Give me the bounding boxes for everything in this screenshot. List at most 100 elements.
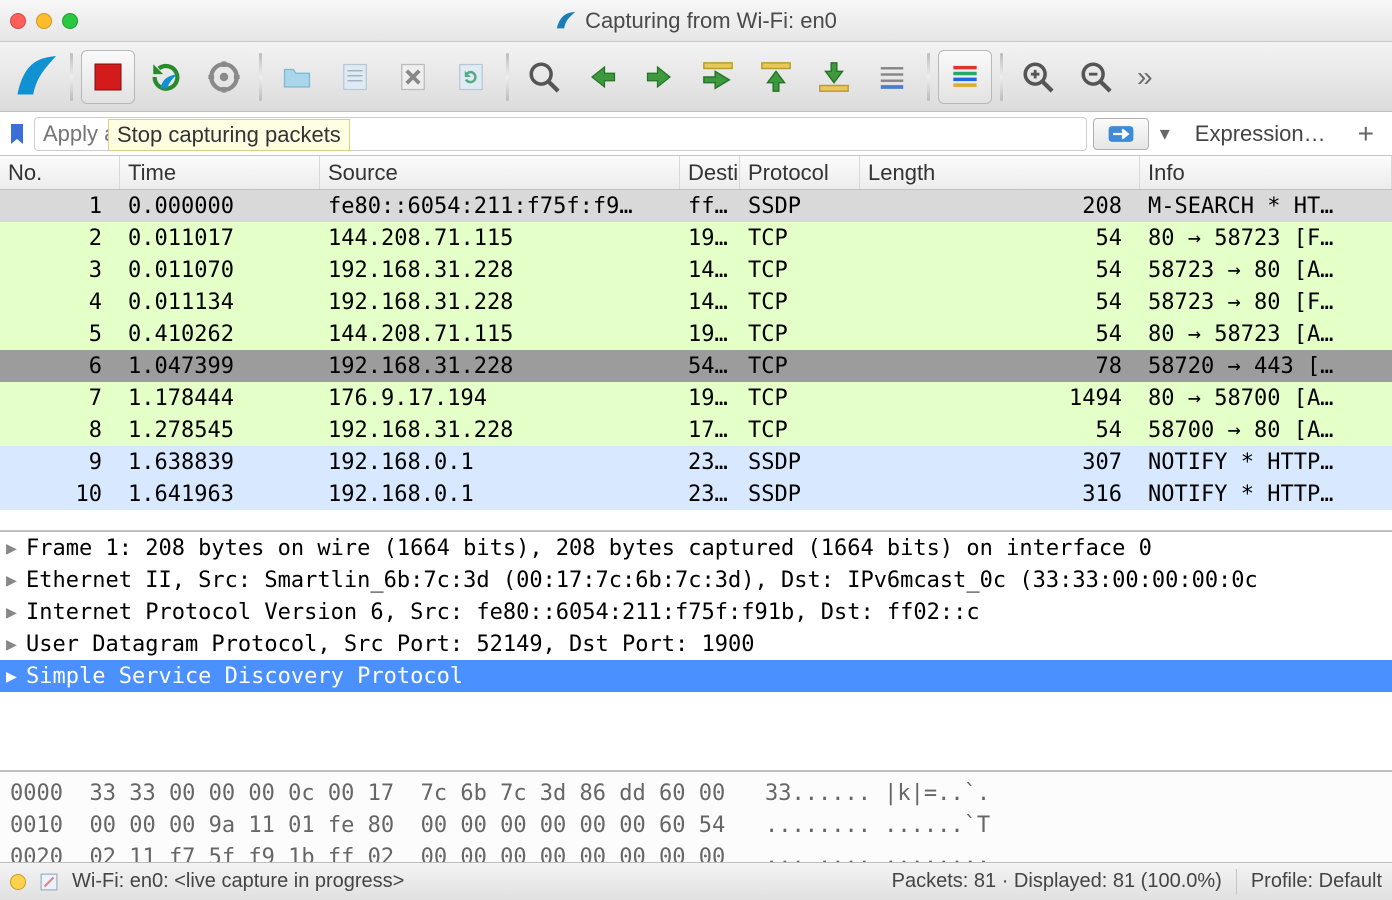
- cell-source: 192.168.31.228: [320, 354, 680, 379]
- cell-destination: 19…: [680, 322, 740, 347]
- cell-source: 192.168.31.228: [320, 258, 680, 283]
- auto-scroll-button[interactable]: [865, 50, 919, 104]
- toolbar-overflow-icon[interactable]: »: [1127, 61, 1163, 93]
- packet-bytes-pane[interactable]: 0000 33 33 00 00 00 0c 00 17 7c 6b 7c 3d…: [0, 770, 1392, 862]
- go-last-packet-button[interactable]: [807, 50, 861, 104]
- minimize-window-button[interactable]: [36, 13, 52, 29]
- packet-details-pane[interactable]: ▶Frame 1: 208 bytes on wire (1664 bits),…: [0, 530, 1392, 770]
- packet-row[interactable]: 30.011070192.168.31.22814…TCP5458723 → 8…: [0, 254, 1392, 286]
- column-header-length[interactable]: Length: [860, 156, 1140, 189]
- colorize-packets-button[interactable]: [938, 50, 992, 104]
- details-udp-line[interactable]: ▶User Datagram Protocol, Src Port: 52149…: [0, 628, 1392, 660]
- app-icon: [555, 10, 577, 32]
- packet-row[interactable]: 81.278545192.168.31.22817…TCP5458700 → 8…: [0, 414, 1392, 446]
- cell-destination: 23…: [680, 482, 740, 507]
- cell-no: 10: [0, 482, 120, 507]
- edit-capture-icon[interactable]: [40, 873, 58, 891]
- hex-line: 0010 00 00 00 9a 11 01 fe 80 00 00 00 00…: [10, 810, 1382, 842]
- cell-length: 1494: [860, 386, 1140, 411]
- cell-protocol: SSDP: [740, 450, 860, 475]
- hex-line: 0020 02 11 f7 5f f9 1b ff 02 00 00 00 00…: [10, 842, 1382, 862]
- close-file-button[interactable]: [386, 50, 440, 104]
- go-back-button[interactable]: [575, 50, 629, 104]
- jump-to-packet-button[interactable]: [691, 50, 745, 104]
- column-header-info[interactable]: Info: [1140, 156, 1392, 189]
- zoom-in-button[interactable]: [1011, 50, 1065, 104]
- column-header-protocol[interactable]: Protocol: [740, 156, 860, 189]
- column-header-destination[interactable]: Desti: [680, 156, 740, 189]
- cell-time: 1.178444: [120, 386, 320, 411]
- add-filter-button[interactable]: +: [1346, 118, 1386, 150]
- cell-source: 192.168.31.228: [320, 418, 680, 443]
- cell-no: 2: [0, 226, 120, 251]
- cell-time: 0.011070: [120, 258, 320, 283]
- column-header-time[interactable]: Time: [120, 156, 320, 189]
- cell-destination: 19…: [680, 226, 740, 251]
- details-ssdp-line[interactable]: ▶Simple Service Discovery Protocol: [0, 660, 1392, 692]
- cell-protocol: TCP: [740, 386, 860, 411]
- expand-icon[interactable]: ▶: [6, 602, 26, 623]
- window-title: Capturing from Wi-Fi: en0: [0, 8, 1392, 34]
- packet-row[interactable]: 10.000000fe80::6054:211:f75f:f9…ff…SSDP2…: [0, 190, 1392, 222]
- details-frame-line[interactable]: ▶Frame 1: 208 bytes on wire (1664 bits),…: [0, 532, 1392, 564]
- restart-capture-button[interactable]: [139, 50, 193, 104]
- expand-icon[interactable]: ▶: [6, 666, 26, 687]
- cell-length: 316: [860, 482, 1140, 507]
- open-file-button[interactable]: [270, 50, 324, 104]
- cell-info: NOTIFY * HTTP…: [1140, 482, 1392, 507]
- expression-button[interactable]: Expression…: [1181, 121, 1340, 147]
- reload-file-button[interactable]: [444, 50, 498, 104]
- packet-row[interactable]: 91.638839192.168.0.123…SSDP307NOTIFY * H…: [0, 446, 1392, 478]
- cell-source: 192.168.31.228: [320, 290, 680, 315]
- status-interface-label: Wi-Fi: en0: <live capture in progress>: [72, 870, 404, 893]
- cell-time: 1.047399: [120, 354, 320, 379]
- cell-info: NOTIFY * HTTP…: [1140, 450, 1392, 475]
- cell-time: 1.638839: [120, 450, 320, 475]
- zoom-window-button[interactable]: [62, 13, 78, 29]
- expand-icon[interactable]: ▶: [6, 538, 26, 559]
- packet-row[interactable]: 50.410262144.208.71.11519…TCP5480 → 5872…: [0, 318, 1392, 350]
- stop-capture-button[interactable]: [81, 50, 135, 104]
- find-packet-button[interactable]: [517, 50, 571, 104]
- expand-icon[interactable]: ▶: [6, 634, 26, 655]
- cell-time: 0.011017: [120, 226, 320, 251]
- cell-length: 307: [860, 450, 1140, 475]
- apply-filter-button[interactable]: [1093, 118, 1149, 150]
- filter-bookmark-icon[interactable]: [6, 119, 28, 149]
- window-controls: [10, 13, 78, 29]
- packet-row[interactable]: 40.011134192.168.31.22814…TCP5458723 → 8…: [0, 286, 1392, 318]
- packet-row[interactable]: 20.011017144.208.71.11519…TCP5480 → 5872…: [0, 222, 1392, 254]
- packet-list[interactable]: 10.000000fe80::6054:211:f75f:f9…ff…SSDP2…: [0, 190, 1392, 530]
- packet-row[interactable]: 101.641963192.168.0.123…SSDP316NOTIFY * …: [0, 478, 1392, 510]
- cell-no: 6: [0, 354, 120, 379]
- toolbar-separator: [259, 53, 262, 101]
- go-first-packet-button[interactable]: [749, 50, 803, 104]
- cell-no: 5: [0, 322, 120, 347]
- cell-destination: 14…: [680, 290, 740, 315]
- toolbar-separator: [506, 53, 509, 101]
- filter-history-dropdown[interactable]: ▾: [1155, 118, 1175, 150]
- packet-row[interactable]: 71.178444176.9.17.19419…TCP149480 → 5870…: [0, 382, 1392, 414]
- go-forward-button[interactable]: [633, 50, 687, 104]
- cell-protocol: TCP: [740, 418, 860, 443]
- cell-time: 1.278545: [120, 418, 320, 443]
- packet-row[interactable]: 61.047399192.168.31.22854…TCP7858720 → 4…: [0, 350, 1392, 382]
- cell-no: 4: [0, 290, 120, 315]
- column-header-source[interactable]: Source: [320, 156, 680, 189]
- close-window-button[interactable]: [10, 13, 26, 29]
- save-file-button[interactable]: [328, 50, 382, 104]
- cell-info: 58723 → 80 [F…: [1140, 290, 1392, 315]
- status-profile-label[interactable]: Profile: Default: [1251, 870, 1382, 893]
- details-ip-line[interactable]: ▶Internet Protocol Version 6, Src: fe80:…: [0, 596, 1392, 628]
- app-logo-icon[interactable]: [8, 50, 62, 104]
- cell-no: 9: [0, 450, 120, 475]
- expert-info-indicator[interactable]: [10, 874, 26, 890]
- capture-options-button[interactable]: [197, 50, 251, 104]
- column-header-no[interactable]: No.: [0, 156, 120, 189]
- details-ethernet-line[interactable]: ▶Ethernet II, Src: Smartlin_6b:7c:3d (00…: [0, 564, 1392, 596]
- cell-time: 0.410262: [120, 322, 320, 347]
- cell-length: 54: [860, 290, 1140, 315]
- zoom-out-button[interactable]: [1069, 50, 1123, 104]
- display-filter-input[interactable]: [34, 117, 1087, 151]
- expand-icon[interactable]: ▶: [6, 570, 26, 591]
